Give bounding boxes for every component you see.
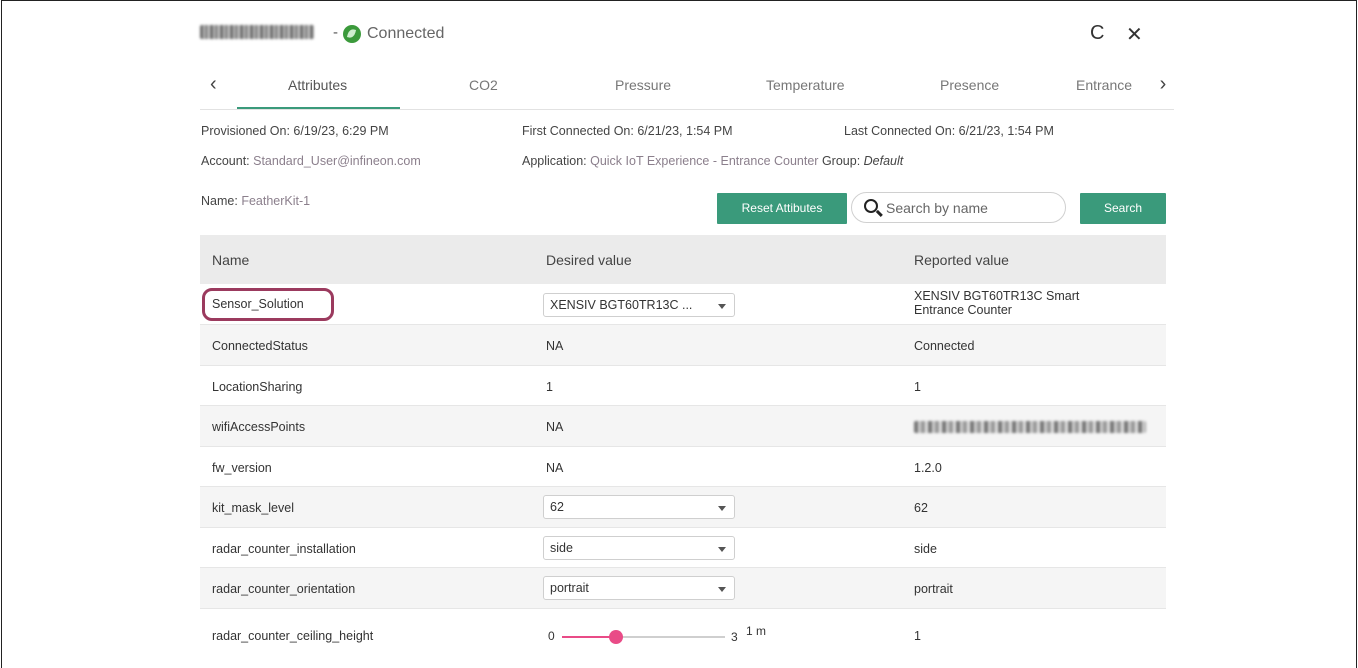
desired-value: 1	[546, 379, 553, 394]
reset-attributes-button[interactable]: Reset Attibutes	[717, 193, 847, 224]
table-row: radar_counter_installation side side	[200, 528, 1166, 568]
reported-value: 1	[914, 628, 921, 643]
device-header: - Connected C ✕	[200, 18, 1170, 52]
desired-value-select[interactable]: XENSIV BGT60TR13C ...	[543, 293, 735, 317]
first-connected-on: First Connected On: 6/21/23, 1:54 PM	[522, 124, 733, 138]
reported-value: portrait	[914, 582, 953, 596]
ceiling-height-slider[interactable]: 0 3 1 m	[546, 609, 846, 649]
search-button[interactable]: Search	[1080, 193, 1166, 224]
tab-presence[interactable]: Presence	[940, 77, 999, 93]
reported-value: 1.2.0	[914, 460, 942, 475]
table-row: radar_counter_ceiling_height 0 3 1 m 1	[200, 609, 1166, 661]
refresh-icon[interactable]: C	[1090, 22, 1104, 45]
chevron-down-icon	[718, 546, 726, 552]
chevron-down-icon	[718, 587, 726, 592]
attribute-name: radar_counter_installation	[212, 541, 356, 556]
desired-value: NA	[546, 460, 564, 475]
table-row: LocationSharing 1 1	[200, 366, 1166, 406]
desired-value: NA	[546, 420, 564, 434]
reported-value-redacted	[914, 421, 1146, 433]
account-info: Account: Standard_User@infineon.com	[201, 154, 421, 168]
attributes-table: Name Desired value Reported value Sensor…	[200, 235, 1166, 661]
tab-prev-chevron-icon[interactable]: ‹	[210, 73, 217, 96]
attribute-name: fw_version	[212, 460, 272, 475]
slider-fill	[562, 635, 616, 638]
search-input[interactable]	[886, 199, 1056, 217]
table-row: ConnectedStatus NA Connected	[200, 325, 1166, 366]
active-tab-indicator	[237, 107, 400, 109]
table-row: Sensor_Solution XENSIV BGT60TR13C ... XE…	[200, 284, 1166, 325]
chevron-down-icon	[718, 304, 726, 309]
tab-temperature[interactable]: Temperature	[766, 77, 845, 93]
reported-value: XENSIV BGT60TR13C Smart Entrance Counter	[914, 289, 1080, 317]
column-header-name: Name	[212, 252, 250, 268]
device-name: Name: FeatherKit-1	[201, 194, 311, 208]
tab-pressure[interactable]: Pressure	[615, 77, 671, 93]
reported-value: 1	[914, 379, 921, 394]
table-row: fw_version NA 1.2.0	[200, 447, 1166, 487]
device-id-redacted	[200, 25, 314, 39]
attribute-name: LocationSharing	[212, 379, 303, 394]
connection-status: Connected	[367, 25, 445, 42]
tab-attributes[interactable]: Attributes	[288, 77, 347, 93]
desired-value-select[interactable]: portrait	[543, 576, 735, 600]
tab-next-chevron-icon[interactable]: ›	[1152, 73, 1174, 96]
reported-value: Connected	[914, 339, 975, 353]
slider-thumb[interactable]	[609, 629, 623, 644]
search-icon	[864, 199, 878, 213]
table-row: wifiAccessPoints NA	[200, 406, 1166, 447]
application-info: Application: Quick IoT Experience - Entr…	[522, 154, 904, 168]
table-header: Name Desired value Reported value	[200, 235, 1166, 284]
attribute-name: kit_mask_level	[212, 501, 294, 515]
slider-min-label: 0	[548, 628, 555, 643]
reported-value: 62	[914, 501, 928, 515]
search-box	[851, 192, 1066, 223]
desired-value-select[interactable]: 62	[543, 495, 735, 519]
column-header-reported: Reported value	[914, 252, 1009, 268]
last-connected-on: Last Connected On: 6/21/23, 1:54 PM	[844, 124, 1054, 138]
desired-value: NA	[546, 339, 564, 353]
provisioned-on: Provisioned On: 6/19/23, 6:29 PM	[201, 124, 389, 138]
reported-value: side	[914, 541, 937, 556]
desired-value-select[interactable]: side	[543, 535, 735, 560]
tab-co2[interactable]: CO2	[469, 77, 498, 93]
slider-value-label: 1 m	[746, 623, 767, 638]
column-header-desired: Desired value	[546, 252, 632, 268]
tab-bar: ‹ Attributes CO2 Pressure Temperature Pr…	[200, 64, 1174, 110]
slider-max-label: 3	[731, 629, 738, 644]
attribute-name: radar_counter_orientation	[212, 582, 356, 596]
connected-leaf-icon	[343, 25, 361, 43]
status-separator: -	[333, 24, 338, 41]
attribute-name: ConnectedStatus	[212, 339, 308, 353]
attribute-name: Sensor_Solution	[212, 297, 304, 311]
tab-entrance[interactable]: Entrance	[1076, 77, 1138, 93]
chevron-down-icon	[718, 506, 726, 511]
attribute-name: wifiAccessPoints	[212, 420, 306, 434]
table-row: kit_mask_level 62 62	[200, 487, 1166, 528]
slider-track[interactable]	[562, 629, 725, 644]
attribute-name: radar_counter_ceiling_height	[212, 628, 374, 643]
table-row: radar_counter_orientation portrait portr…	[200, 568, 1166, 609]
close-icon[interactable]: ✕	[1126, 22, 1143, 47]
